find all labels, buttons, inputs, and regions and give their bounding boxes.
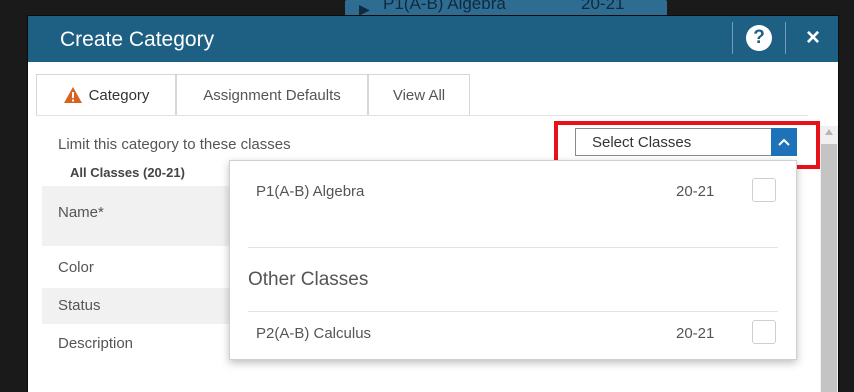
other-classes-heading: Other Classes	[248, 269, 369, 290]
scroll-up-arrow-icon[interactable]	[824, 127, 834, 137]
background-class-year: 20-21	[581, 0, 625, 13]
help-button[interactable]: ?	[746, 25, 772, 51]
close-button[interactable]: ×	[801, 24, 825, 52]
class-option-name: P1(A-B) Algebra	[256, 183, 365, 200]
class-option-name: P2(A-B) Calculus	[256, 325, 372, 342]
status-label: Status	[58, 297, 101, 314]
warning-icon	[63, 87, 82, 103]
tab-view-all-label: View All	[392, 86, 446, 104]
class-option-year: 20-21	[676, 325, 715, 342]
description-label: Description	[58, 335, 134, 352]
dropdown-divider	[248, 311, 778, 312]
dropdown-divider	[248, 247, 778, 248]
color-label: Color	[58, 259, 94, 276]
class-option-checkbox[interactable]	[752, 178, 776, 202]
header-divider	[785, 22, 786, 54]
tab-category-label: Category	[88, 86, 150, 104]
limit-classes-label: Limit this category to these classes	[58, 136, 291, 153]
header-divider	[732, 22, 733, 54]
tab-divider	[36, 115, 808, 116]
tab-assignment-defaults[interactable]: Assignment Defaults	[176, 74, 368, 116]
tab-category[interactable]: Category	[36, 74, 176, 116]
classes-dropdown-panel: P1(A-B) Algebra 20-21 Other Classes P2(A…	[229, 160, 797, 360]
tab-assignment-defaults-label: Assignment Defaults	[203, 86, 341, 104]
scrollbar-thumb[interactable]	[821, 144, 837, 392]
create-category-modal: Create Category ? × Category Assignment …	[28, 16, 838, 392]
modal-title: Create Category	[60, 28, 215, 51]
all-classes-label: All Classes (20-21)	[70, 165, 185, 180]
class-option-checkbox[interactable]	[752, 320, 776, 344]
name-label: Name*	[58, 204, 104, 221]
background-class-title: P1(A-B) Algebra	[383, 0, 506, 13]
class-option-year: 20-21	[676, 183, 715, 200]
modal-header: Create Category ? ×	[28, 16, 838, 62]
tab-view-all[interactable]: View All	[368, 74, 470, 116]
